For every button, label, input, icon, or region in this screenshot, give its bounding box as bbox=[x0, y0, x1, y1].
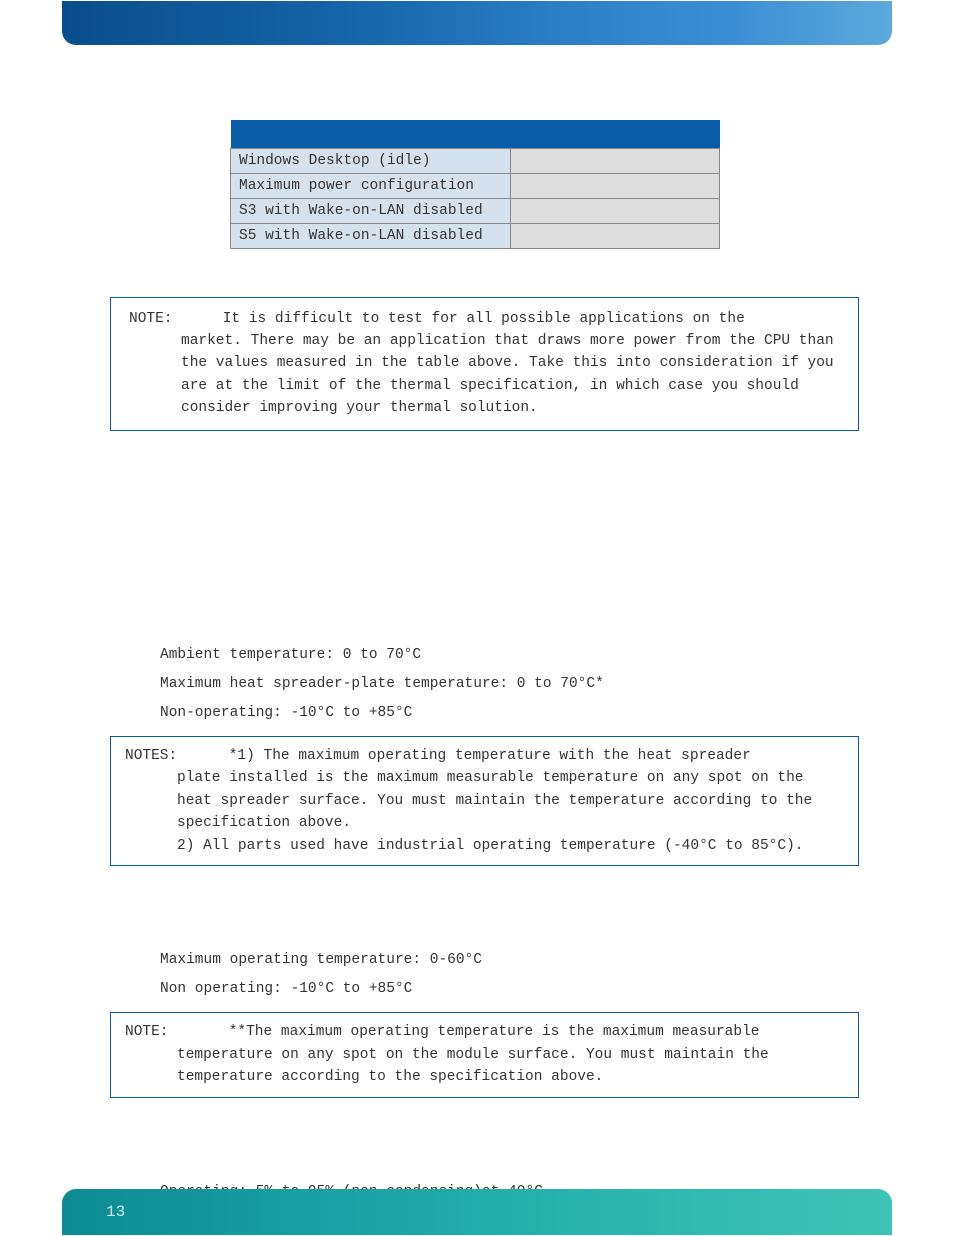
temperature-section-2: Maximum operating temperature: 0-60°C No… bbox=[160, 946, 859, 1004]
spec-line: Maximum heat spreader-plate temperature:… bbox=[160, 670, 859, 699]
note-text-body: temperature on any spot on the module su… bbox=[177, 1044, 844, 1089]
cell-value bbox=[511, 223, 720, 248]
notes-text-first: *1) The maximum operating temperature wi… bbox=[229, 748, 751, 764]
cell-value bbox=[511, 173, 720, 198]
note-label: NOTE: bbox=[125, 1021, 220, 1043]
page-content: Windows Desktop (idle) Maximum power con… bbox=[110, 120, 859, 1236]
table-header bbox=[231, 120, 720, 148]
cell-value bbox=[511, 198, 720, 223]
notes-label: NOTES: bbox=[125, 745, 220, 767]
cell-label: S5 with Wake-on-LAN disabled bbox=[231, 223, 511, 248]
page-number: 13 bbox=[106, 1203, 125, 1221]
notes-text-body: plate installed is the maximum measurabl… bbox=[177, 767, 844, 857]
spec-line: Maximum operating temperature: 0-60°C bbox=[160, 946, 859, 975]
cell-label: Maximum power configuration bbox=[231, 173, 511, 198]
table-row: Maximum power configuration bbox=[231, 173, 720, 198]
note-box-power: NOTE: It is difficult to test for all po… bbox=[110, 297, 859, 431]
note-text-body: market. There may be an application that… bbox=[181, 330, 840, 420]
temperature-section-1: Ambient temperature: 0 to 70°C Maximum h… bbox=[160, 641, 859, 728]
spec-line: Ambient temperature: 0 to 70°C bbox=[160, 641, 859, 670]
table-row: S5 with Wake-on-LAN disabled bbox=[231, 223, 720, 248]
note-label: NOTE: bbox=[129, 308, 214, 330]
note-text-first: It is difficult to test for all possible… bbox=[223, 311, 745, 327]
cell-label: Windows Desktop (idle) bbox=[231, 148, 511, 173]
cell-value bbox=[511, 148, 720, 173]
spec-line: Non-operating: -10°C to +85°C bbox=[160, 699, 859, 728]
top-banner bbox=[62, 1, 892, 45]
note-box-module: NOTE: **The maximum operating temperatur… bbox=[110, 1012, 859, 1097]
note-text-first: **The maximum operating temperature is t… bbox=[229, 1024, 760, 1040]
bottom-banner bbox=[62, 1189, 892, 1235]
power-consumption-table: Windows Desktop (idle) Maximum power con… bbox=[230, 120, 720, 249]
notes-box-heatspreader: NOTES: *1) The maximum operating tempera… bbox=[110, 736, 859, 866]
cell-label: S3 with Wake-on-LAN disabled bbox=[231, 198, 511, 223]
table-row: S3 with Wake-on-LAN disabled bbox=[231, 198, 720, 223]
table-row: Windows Desktop (idle) bbox=[231, 148, 720, 173]
spec-line: Non operating: -10°C to +85°C bbox=[160, 975, 859, 1004]
